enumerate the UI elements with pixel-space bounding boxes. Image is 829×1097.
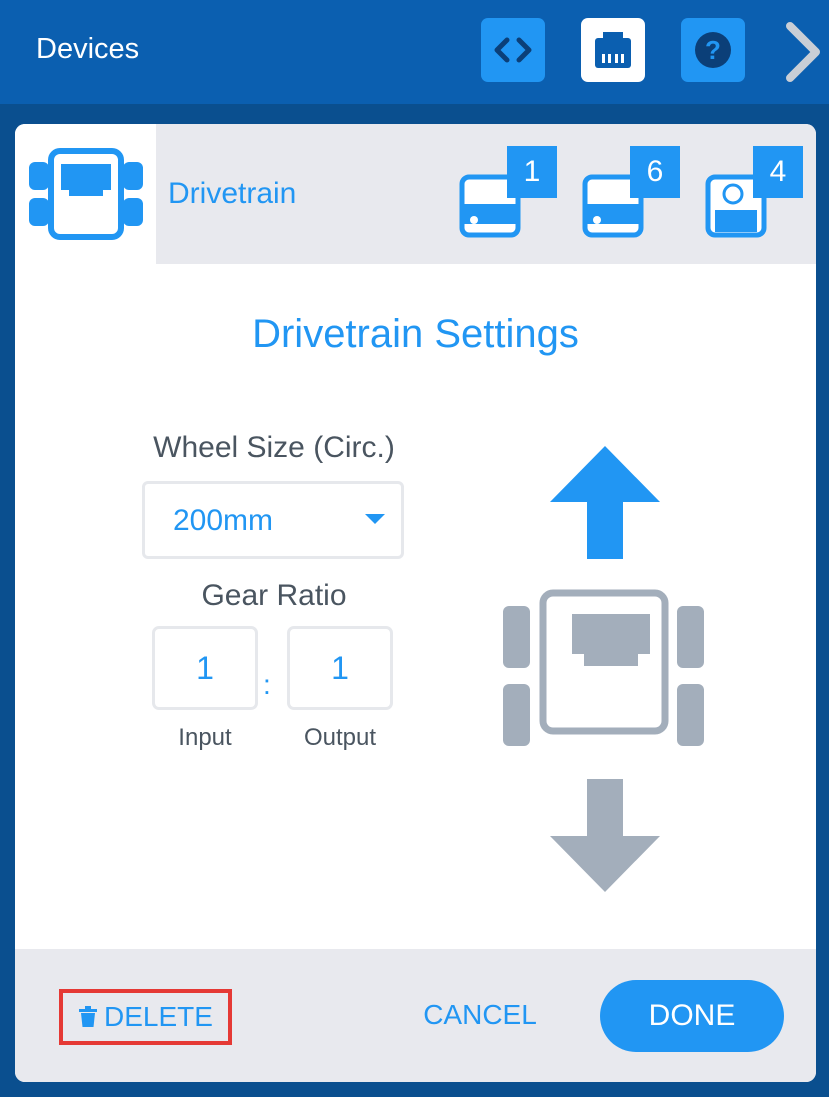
forward-arrow-icon: [550, 446, 660, 559]
settings-title: Drivetrain Settings: [252, 312, 579, 356]
output-caption: Output: [303, 724, 377, 751]
help-button[interactable]: ?: [681, 18, 745, 82]
device-settings-card: Drivetrain 1 6 4 Drivetrain Settings Whe…: [15, 124, 816, 1082]
selected-device-tile[interactable]: [15, 124, 156, 264]
svg-text:?: ?: [705, 35, 721, 65]
devices-port-icon: [595, 32, 631, 68]
gear-ratio-output-field[interactable]: 1: [287, 626, 393, 710]
caret-down-icon: [365, 514, 385, 524]
wheel-size-label: Wheel Size (Circ.): [153, 431, 395, 464]
help-icon: ?: [695, 32, 731, 68]
drivetrain-label: Drivetrain: [168, 177, 297, 210]
cancel-button[interactable]: CANCEL: [410, 999, 550, 1031]
drivetrain-icon: [29, 148, 143, 240]
gear-ratio-input-field[interactable]: 1: [152, 626, 258, 710]
robot-top-view-icon: [503, 589, 704, 746]
drivetrain-direction-graphic: [503, 446, 704, 892]
code-button[interactable]: [481, 18, 545, 82]
trash-icon: [79, 1006, 98, 1027]
input-caption: Input: [178, 724, 232, 751]
top-bar: Devices ?: [0, 0, 829, 104]
delete-button[interactable]: DELETE: [59, 989, 232, 1045]
port-badge: 6: [630, 146, 680, 198]
port-device-1[interactable]: 1: [459, 146, 557, 246]
port-badge: 4: [753, 146, 803, 198]
device-strip: Drivetrain 1 6 4: [15, 124, 816, 264]
port-device-6[interactable]: 6: [582, 146, 680, 246]
ratio-separator: :: [263, 669, 271, 700]
port-device-4[interactable]: 4: [705, 146, 803, 246]
code-icon: [494, 37, 532, 63]
wheel-size-select[interactable]: 200mm: [142, 481, 404, 559]
chevron-right-icon[interactable]: [776, 18, 829, 86]
gear-ratio-label: Gear Ratio: [201, 579, 347, 612]
done-button[interactable]: DONE: [600, 980, 784, 1052]
reverse-arrow-icon: [550, 779, 660, 892]
wheel-size-value: 200mm: [173, 504, 274, 537]
card-footer: DELETE CANCEL DONE: [15, 949, 816, 1082]
delete-label: DELETE: [104, 1001, 213, 1032]
page-title: Devices: [36, 33, 140, 65]
devices-button[interactable]: [581, 18, 645, 82]
port-badge: 1: [507, 146, 557, 198]
